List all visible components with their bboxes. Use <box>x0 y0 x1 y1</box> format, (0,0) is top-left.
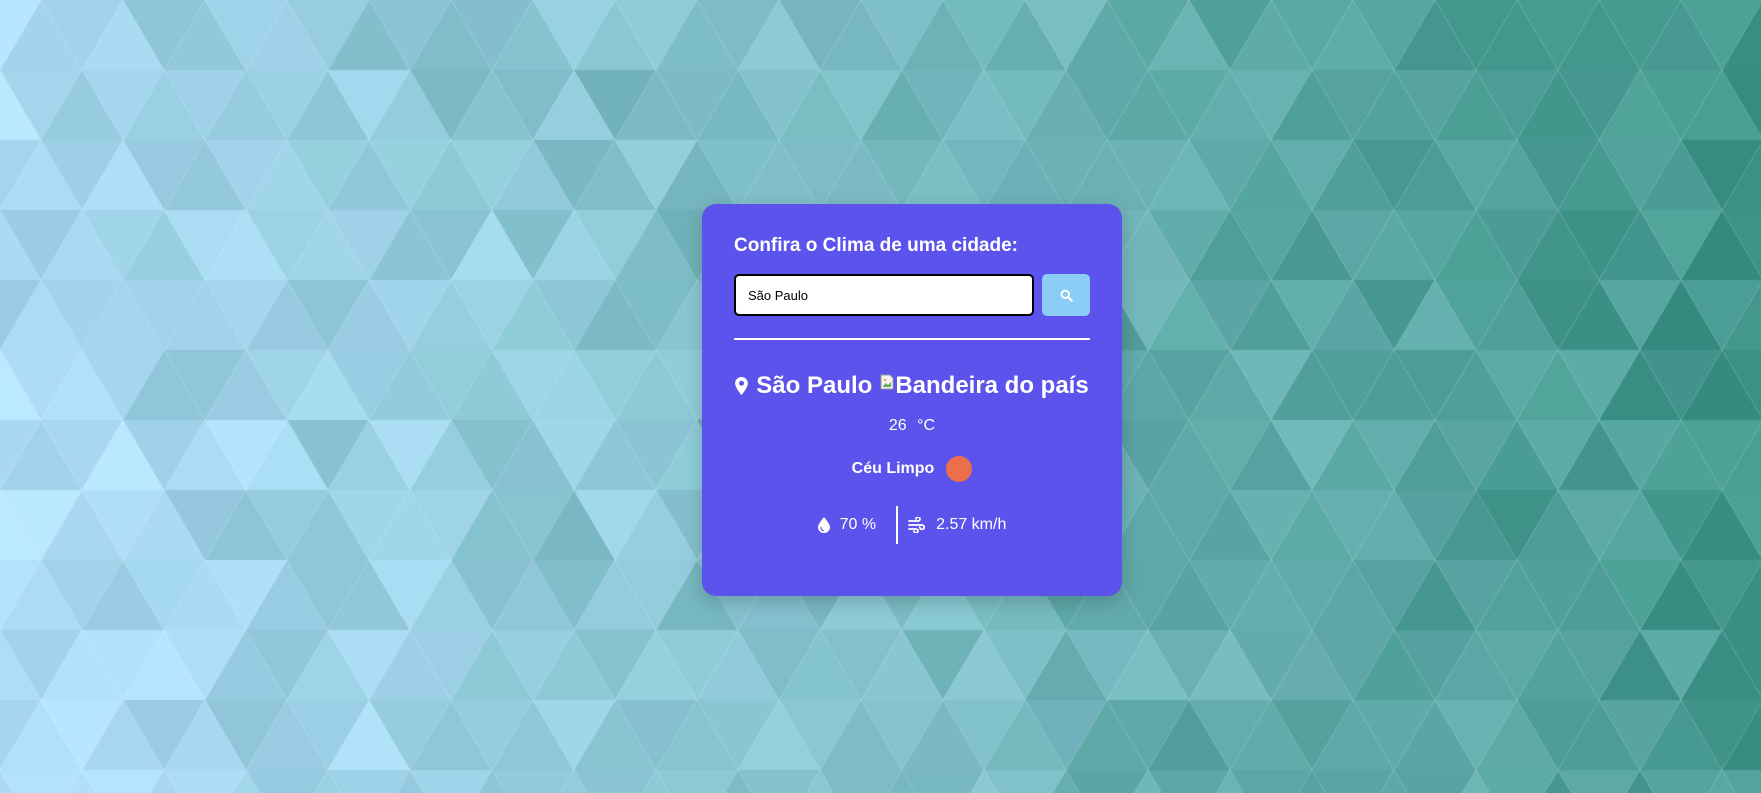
country-flag-image: Bandeira do país <box>880 372 1089 400</box>
wind-value: 2.57 km/h <box>936 516 1007 533</box>
temperature-value: 26 <box>888 417 907 434</box>
weather-description-row: Céu Limpo <box>734 456 1090 482</box>
map-pin-icon <box>735 377 749 395</box>
humidity-value: 70 % <box>839 516 877 533</box>
divider <box>734 338 1090 340</box>
search-button[interactable] <box>1042 274 1090 316</box>
wind-speed: 2.57 km/h <box>908 516 1006 534</box>
city-heading: São Paulo Bandeira do país <box>734 372 1090 400</box>
wind-icon <box>908 517 926 533</box>
broken-image-icon <box>880 374 894 390</box>
details-separator <box>896 506 899 544</box>
flag-alt-text: Bandeira do país <box>895 372 1089 399</box>
search-form <box>734 274 1090 316</box>
weather-card: Confira o Clima de uma cidade: São Paulo… <box>702 204 1122 596</box>
weather-details: 70 % 2.57 km/h <box>734 506 1090 544</box>
humidity: 70 % <box>817 516 877 534</box>
city-search-input[interactable] <box>734 274 1034 316</box>
weather-description: Céu Limpo <box>851 460 935 477</box>
city-name: São Paulo <box>756 372 873 399</box>
search-icon <box>1060 289 1073 302</box>
clear-sky-sun-icon <box>946 456 973 482</box>
temperature: 26 °C <box>734 416 1090 436</box>
droplet-icon <box>817 517 830 533</box>
form-title: Confira o Clima de uma cidade: <box>734 235 1018 256</box>
temperature-unit: °C <box>917 417 936 434</box>
